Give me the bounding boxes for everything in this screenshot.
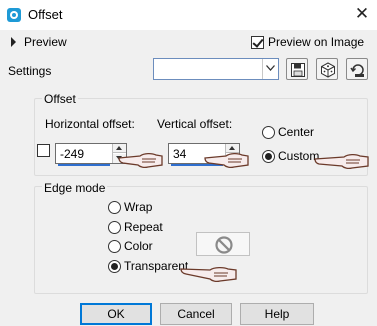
save-preset-icon — [291, 63, 305, 77]
offset-group-title: Offset — [42, 92, 78, 106]
transparent-radio[interactable] — [108, 260, 121, 273]
preview-on-image-label: Preview on Image — [268, 35, 365, 49]
horizontal-offset-input[interactable]: -249 — [55, 143, 127, 166]
window-title: Offset — [28, 7, 63, 22]
preview-on-image-checkbox[interactable] — [251, 36, 264, 49]
repeat-radio[interactable] — [108, 221, 121, 234]
vertical-offset-value: 34 — [173, 147, 187, 161]
settings-dropdown[interactable] — [153, 58, 279, 80]
horizontal-offset-label: Horizontal offset: — [45, 117, 135, 131]
vertical-offset-label: Vertical offset: — [157, 117, 233, 131]
expand-arrow-icon[interactable] — [11, 37, 16, 47]
no-color-icon — [215, 236, 233, 254]
close-icon[interactable]: ✕ — [350, 3, 374, 25]
app-logo-icon — [7, 8, 21, 22]
hand-pointer-icon — [314, 153, 369, 170]
link-offset-checkbox[interactable] — [37, 144, 50, 157]
ok-button[interactable]: OK — [80, 303, 152, 325]
preview-toggle[interactable]: Preview — [24, 35, 67, 49]
center-radio[interactable] — [262, 126, 275, 139]
transparent-label[interactable]: Transparent — [124, 259, 188, 273]
randomize-button[interactable] — [316, 58, 338, 80]
wrap-radio[interactable] — [108, 201, 121, 214]
horizontal-focus-underline — [58, 164, 110, 166]
save-preset-button[interactable] — [286, 58, 308, 80]
edge-color-swatch[interactable] — [196, 232, 250, 256]
wrap-label[interactable]: Wrap — [124, 200, 152, 214]
randomize-icon — [321, 62, 335, 78]
custom-radio[interactable] — [262, 150, 275, 163]
horizontal-offset-value: -249 — [60, 147, 85, 161]
center-label[interactable]: Center — [278, 125, 314, 139]
reset-icon — [350, 64, 364, 77]
edge-mode-title: Edge mode — [42, 181, 108, 195]
color-label[interactable]: Color — [124, 239, 153, 253]
chevron-down-icon[interactable] — [262, 59, 278, 79]
help-button[interactable]: Help — [240, 303, 314, 325]
reset-button[interactable] — [346, 58, 368, 80]
repeat-label[interactable]: Repeat — [124, 220, 163, 234]
hand-pointer-icon — [180, 266, 237, 283]
color-radio[interactable] — [108, 240, 121, 253]
hand-pointer-icon — [204, 152, 249, 169]
settings-label: Settings — [8, 64, 52, 78]
hand-pointer-icon — [118, 152, 163, 169]
cancel-button[interactable]: Cancel — [160, 303, 232, 325]
